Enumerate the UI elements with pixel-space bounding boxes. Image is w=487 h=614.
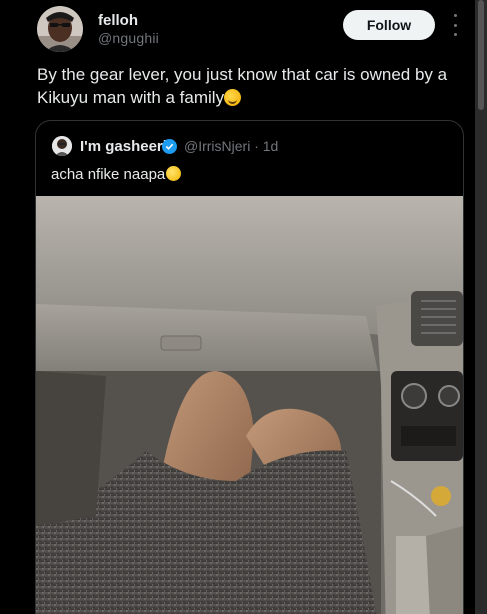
quoted-tweet-time[interactable]: · 1d	[254, 138, 278, 154]
quoted-author-handle[interactable]: @IrrisNjeri	[184, 138, 250, 154]
quoted-tweet[interactable]: I'm gasheeri @IrrisNjeri · 1d acha nfike…	[35, 120, 464, 614]
verified-badge-icon	[162, 139, 177, 154]
more-options-icon[interactable]	[450, 14, 460, 36]
grinning-sweat-emoji-icon	[224, 89, 242, 106]
quoted-author-meta[interactable]: @IrrisNjeri · 1d	[184, 138, 278, 154]
scrollbar-thumb[interactable]	[478, 0, 484, 110]
tweet-container: felloh @ngughii Follow By the gear lever…	[0, 0, 475, 614]
tweet-text: By the gear lever, you just know that ca…	[37, 63, 467, 109]
quoted-author-avatar[interactable]	[52, 136, 72, 156]
author-name[interactable]: felloh	[98, 12, 138, 29]
tweet-body: By the gear lever, you just know that ca…	[37, 65, 448, 107]
author-avatar[interactable]	[37, 6, 83, 52]
scrollbar[interactable]	[475, 0, 487, 614]
quoted-author-name[interactable]: I'm gasheeri	[80, 138, 167, 155]
follow-button[interactable]: Follow	[343, 10, 435, 40]
quoted-tweet-body: acha nfike naapa	[51, 166, 166, 183]
author-handle[interactable]: @ngughii	[98, 30, 159, 46]
quoted-tweet-photo[interactable]	[36, 196, 463, 614]
smiling-emoji-icon	[166, 166, 182, 181]
quoted-tweet-text: acha nfike naapa	[51, 166, 182, 183]
